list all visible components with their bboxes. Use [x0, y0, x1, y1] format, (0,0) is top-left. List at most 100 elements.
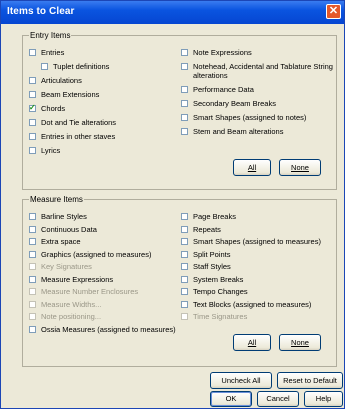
- checkbox-label: Measure Widths...: [41, 299, 102, 309]
- checkbox-unchecked-icon: [181, 238, 188, 245]
- checkbox-label: Continuous Data: [41, 224, 97, 234]
- measure-all-button[interactable]: All: [233, 334, 271, 351]
- checkbox-entries-in-other-staves[interactable]: Entries in other staves: [29, 132, 115, 141]
- checkbox-label: Note Expressions: [193, 48, 252, 57]
- checkbox-note-positioning: Note positioning...: [29, 312, 101, 321]
- checkbox-label: Barline Styles: [41, 212, 87, 221]
- checkbox-label: Stem and Beam alterations: [193, 127, 284, 136]
- checkbox-performance-data[interactable]: Performance Data: [181, 85, 254, 94]
- entry-items-label: Entry Items: [29, 31, 72, 40]
- checkbox-unchecked-icon: [29, 288, 36, 295]
- checkbox-label: Beam Extensions: [41, 90, 100, 99]
- checkbox-unchecked-icon: [29, 49, 36, 56]
- checkbox-unchecked-icon: [29, 238, 36, 245]
- checkbox-staff-styles[interactable]: Staff Styles: [181, 262, 231, 271]
- checkbox-note-expressions[interactable]: Note Expressions: [181, 48, 252, 57]
- checkbox-entries[interactable]: Entries: [29, 48, 64, 57]
- checkbox-unchecked-icon: [29, 77, 36, 84]
- checkbox-label: Lyrics: [41, 146, 61, 155]
- checkbox-lyrics[interactable]: Lyrics: [29, 146, 60, 155]
- checkbox-label: Entries in other staves: [41, 132, 116, 141]
- checkbox-beam-extensions[interactable]: Beam Extensions: [29, 90, 99, 99]
- ok-button[interactable]: OK: [210, 391, 252, 407]
- title-bar[interactable]: Items to Clear ✕: [1, 1, 344, 24]
- checkbox-unchecked-icon: [29, 313, 36, 320]
- help-button[interactable]: Help: [304, 391, 343, 407]
- checkbox-label: Measure Expressions: [41, 274, 114, 284]
- close-icon: ✕: [328, 5, 339, 17]
- checkbox-label: Repeats: [193, 224, 221, 234]
- checkbox-unchecked-icon: [29, 91, 36, 98]
- checkbox-page-breaks[interactable]: Page Breaks: [181, 212, 236, 221]
- uncheck-all-button[interactable]: Uncheck All: [210, 372, 272, 389]
- checkbox-stem-and-beam-alterations[interactable]: Stem and Beam alterations: [181, 127, 283, 136]
- checkbox-checked-icon: [29, 103, 36, 112]
- checkbox-unchecked-icon: [29, 147, 36, 154]
- checkbox-unchecked-icon: [181, 275, 188, 283]
- checkbox-smart-shapes-assigned-to-measures[interactable]: Smart Shapes (assigned to measures): [181, 237, 321, 246]
- checkbox-label: Smart Shapes (assigned to measures): [193, 237, 321, 246]
- checkbox-text-blocks-assigned-to-measures[interactable]: Text Blocks (assigned to measures): [181, 300, 311, 309]
- items-to-clear-dialog: Items to Clear ✕ Entry Items Entries Tupl…: [0, 0, 345, 409]
- checkbox-unchecked-icon: [29, 119, 36, 126]
- checkbox-extra-space[interactable]: Extra space: [29, 237, 81, 246]
- checkbox-unchecked-icon: [29, 325, 36, 333]
- checkbox-label: Chords: [41, 104, 66, 113]
- checkbox-label: Tempo Changes: [193, 287, 248, 296]
- checkbox-label: Time Signatures: [193, 312, 248, 321]
- checkbox-key-signatures: Key Signatures: [29, 262, 92, 271]
- reset-to-default-button[interactable]: Reset to Default: [277, 372, 343, 389]
- close-button[interactable]: ✕: [326, 4, 341, 19]
- checkbox-barline-styles[interactable]: Barline Styles: [29, 212, 87, 221]
- checkbox-label: Page Breaks: [193, 212, 236, 221]
- checkbox-unchecked-icon: [29, 133, 36, 140]
- checkbox-tempo-changes[interactable]: Tempo Changes: [181, 287, 248, 296]
- checkbox-continuous-data[interactable]: Continuous Data: [29, 225, 97, 234]
- entry-all-button[interactable]: All: [233, 159, 271, 176]
- checkbox-unchecked-icon: [181, 250, 188, 258]
- checkbox-graphics-assigned-to-measures[interactable]: Graphics (assigned to measures): [29, 250, 151, 259]
- checkbox-label: Text Blocks (assigned to measures): [193, 299, 312, 309]
- checkbox-unchecked-icon: [29, 263, 36, 270]
- checkbox-label: Graphics (assigned to measures): [41, 249, 152, 259]
- checkbox-notehead-accidental-and-tablature-string-alterations[interactable]: Notehead, Accidental and Tablature Strin…: [181, 62, 343, 80]
- checkbox-label: Note positioning...: [41, 312, 102, 321]
- checkbox-label: Smart Shapes (assigned to notes): [193, 113, 307, 122]
- checkbox-unchecked-icon: [29, 300, 36, 308]
- checkbox-chords[interactable]: Chords: [29, 103, 66, 113]
- checkbox-repeats[interactable]: Repeats: [181, 225, 221, 234]
- checkbox-unchecked-icon: [181, 128, 188, 135]
- checkbox-unchecked-icon: [29, 250, 36, 258]
- checkbox-unchecked-icon: [29, 225, 36, 233]
- checkbox-time-signatures: Time Signatures: [181, 312, 247, 321]
- checkbox-articulations[interactable]: Articulations: [29, 76, 82, 85]
- checkbox-label: Secondary Beam Breaks: [193, 99, 276, 108]
- checkbox-label: Split Points: [193, 249, 231, 259]
- checkbox-smart-shapes-assigned-to-notes[interactable]: Smart Shapes (assigned to notes): [181, 113, 306, 122]
- measure-none-button[interactable]: None: [279, 334, 321, 351]
- checkbox-label: Articulations: [41, 76, 82, 85]
- checkbox-unchecked-icon: [181, 213, 188, 220]
- checkbox-label: Entries: [41, 48, 65, 57]
- checkbox-label: Key Signatures: [41, 262, 92, 271]
- checkbox-unchecked-icon: [29, 213, 36, 220]
- checkbox-label: Performance Data: [193, 85, 254, 94]
- measure-items-label: Measure Items: [29, 195, 84, 204]
- checkbox-measure-widths: Measure Widths...: [29, 300, 101, 309]
- checkbox-tuplet-definitions[interactable]: Tuplet definitions: [41, 62, 109, 71]
- checkbox-unchecked-icon: [29, 275, 36, 283]
- checkbox-split-points[interactable]: Split Points: [181, 250, 231, 259]
- checkbox-measure-expressions[interactable]: Measure Expressions: [29, 275, 113, 284]
- checkbox-label: System Breaks: [193, 274, 244, 284]
- checkbox-unchecked-icon: [181, 313, 188, 320]
- checkbox-dot-and-tie-alterations[interactable]: Dot and Tie alterations: [29, 118, 116, 127]
- cancel-button[interactable]: Cancel: [257, 391, 299, 407]
- checkbox-secondary-beam-breaks[interactable]: Secondary Beam Breaks: [181, 99, 276, 108]
- checkbox-unchecked-icon: [181, 263, 188, 270]
- checkbox-ossia-measures-assigned-to-measures[interactable]: Ossia Measures (assigned to measures): [29, 325, 176, 334]
- checkbox-unchecked-icon: [181, 86, 188, 93]
- checkbox-system-breaks[interactable]: System Breaks: [181, 275, 243, 284]
- entry-none-button[interactable]: None: [279, 159, 321, 176]
- checkbox-unchecked-icon: [181, 114, 188, 121]
- checkbox-unchecked-icon: [41, 63, 48, 70]
